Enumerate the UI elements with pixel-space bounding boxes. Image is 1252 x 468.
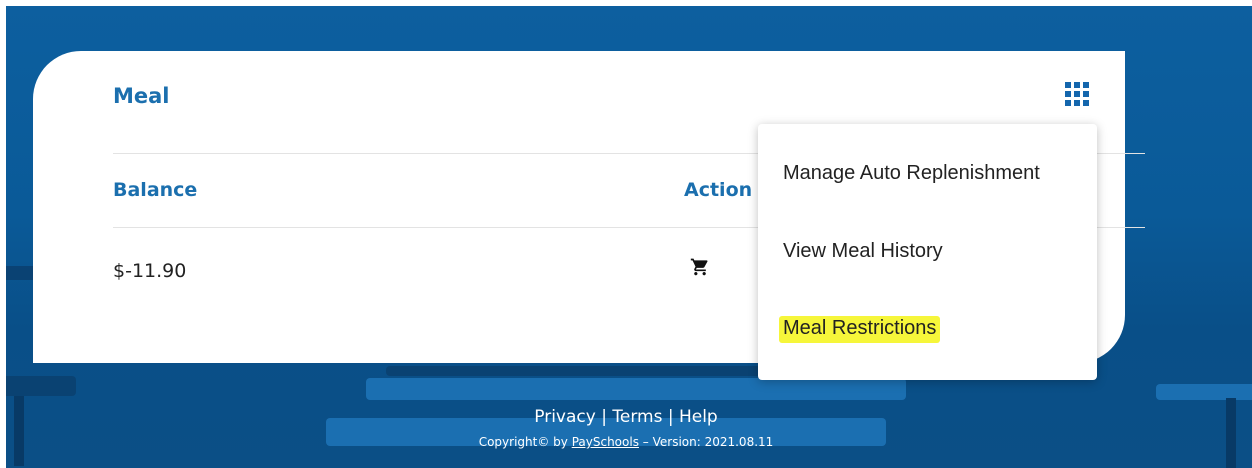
version-text: – Version: 2021.08.11: [642, 435, 774, 449]
card-title: Meal: [113, 84, 170, 108]
footer-separator: |: [601, 407, 607, 427]
balance-value: $-11.90: [113, 260, 187, 282]
cart-icon[interactable]: [690, 257, 710, 277]
privacy-link[interactable]: Privacy: [534, 407, 596, 427]
background-desk: [366, 378, 906, 400]
action-column-header: Action: [684, 179, 753, 201]
copyright-text: Copyright© by: [478, 435, 568, 449]
help-link[interactable]: Help: [679, 407, 718, 427]
grid-icon[interactable]: [1064, 81, 1092, 109]
balance-column-header: Balance: [113, 179, 198, 201]
menu-item-meal-restrictions[interactable]: Meal Restrictions: [779, 316, 941, 343]
footer-separator: |: [667, 407, 674, 427]
options-dropdown-menu: Manage Auto Replenishment View Meal Hist…: [758, 124, 1097, 380]
footer-copyright: Copyright© by PaySchools – Version: 2021…: [0, 435, 1252, 449]
payschools-link[interactable]: PaySchools: [572, 435, 639, 449]
background-desk: [6, 376, 76, 396]
footer-links: Privacy | Terms | Help: [0, 407, 1252, 427]
menu-item-view-meal-history[interactable]: View Meal History: [783, 240, 943, 263]
terms-link[interactable]: Terms: [612, 407, 662, 427]
background-desk: [1156, 384, 1252, 400]
menu-item-manage-auto-replenishment[interactable]: Manage Auto Replenishment: [783, 162, 1040, 185]
